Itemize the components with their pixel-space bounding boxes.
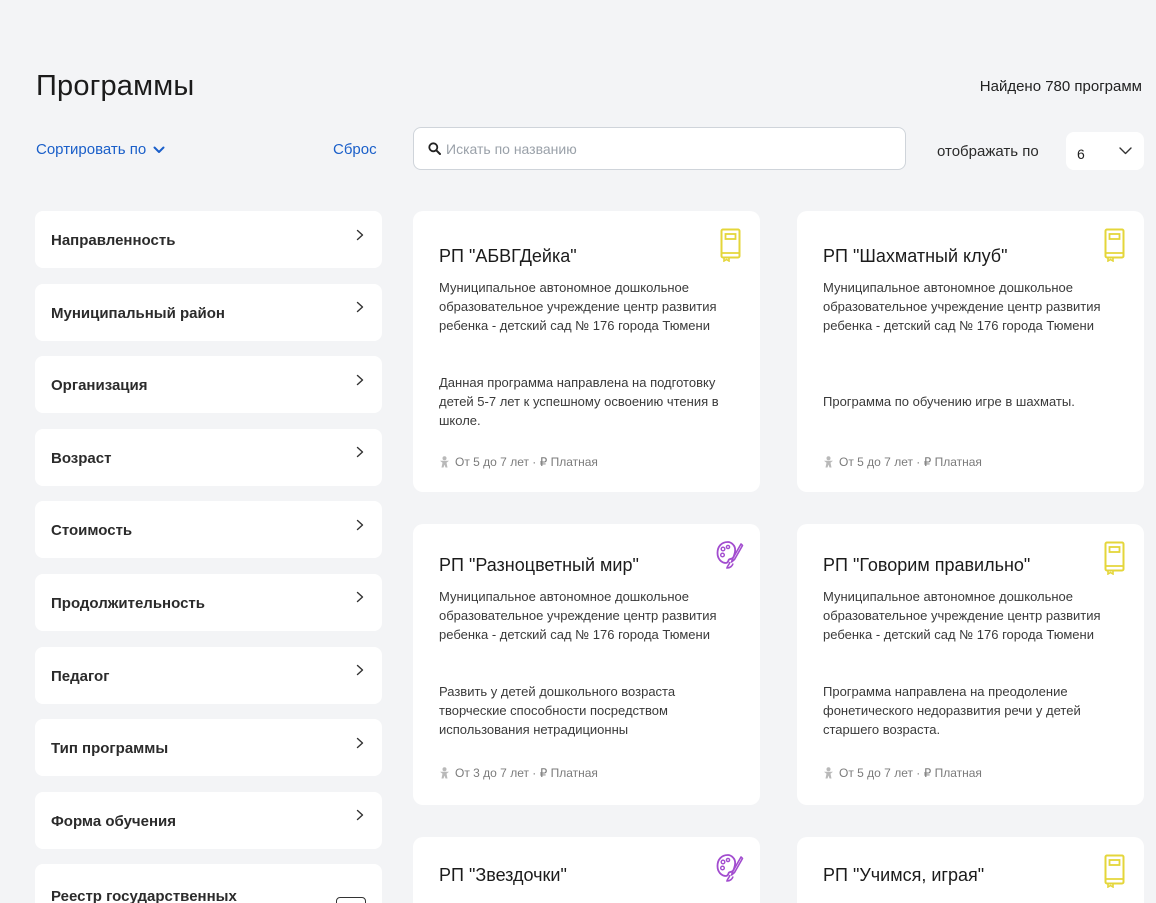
- program-title: РП "Звездочки": [439, 865, 567, 885]
- chevron-right-icon: [356, 301, 364, 313]
- perpage-value: 6: [1077, 146, 1085, 162]
- child-icon: [824, 767, 833, 779]
- program-meta-text: От 5 до 7 лет · ₽ Платная: [455, 455, 598, 469]
- palette-icon: [716, 541, 744, 569]
- palette-icon: [716, 854, 744, 882]
- program-description: Данная программа направлена на подготовк…: [439, 375, 719, 428]
- program-meta: От 5 до 7 лет · ₽ Платная: [823, 455, 982, 469]
- program-title: РП "Учимся, играя": [823, 865, 985, 885]
- chevron-right-icon: [356, 592, 364, 603]
- program-description: Развить у детей дошкольного возраста тво…: [439, 684, 676, 737]
- program-organization: Муниципальное автономное дошкольное обра…: [439, 589, 717, 642]
- filter-cost[interactable]: Стоимость: [35, 501, 382, 559]
- program-meta: От 5 до 7 лет · ₽ Платная: [439, 455, 598, 469]
- chevron-right-icon: [356, 664, 364, 676]
- child-icon: [824, 456, 833, 468]
- chevron-right-icon: [356, 374, 364, 385]
- program-title: РП "Шахматный клуб": [823, 246, 1008, 266]
- search-input[interactable]: [446, 140, 886, 157]
- program-title: РП "Говорим правильно": [823, 555, 1031, 575]
- program-meta: От 3 до 7 лет · ₽ Платная: [439, 766, 598, 780]
- filter-label: Муниципальный район: [51, 304, 225, 322]
- book-icon: [720, 228, 741, 262]
- program-organization: Муниципальное автономное дошкольное обра…: [823, 280, 1101, 333]
- filter-panel: Направленность Муниципальный район Орган…: [35, 211, 382, 903]
- program-title: РП "АБВГДейка": [439, 246, 577, 266]
- program-meta-text: От 5 до 7 лет · ₽ Платная: [839, 455, 982, 469]
- filter-duration[interactable]: Продолжительность: [35, 573, 382, 631]
- program-meta-text: От 5 до 7 лет · ₽ Платная: [839, 766, 982, 780]
- chevron-right-icon: [356, 519, 364, 531]
- perpage-label: отображать по: [937, 143, 1039, 160]
- filter-teacher[interactable]: Педагог: [35, 646, 382, 704]
- filter-label: Организация: [51, 377, 148, 395]
- program-organization: Муниципальное автономное дошкольное обра…: [439, 280, 717, 333]
- filter-learning-form[interactable]: Форма обучения: [35, 791, 382, 849]
- program-card[interactable]: РП "Учимся, играя": [797, 837, 1144, 903]
- search-icon: [428, 142, 441, 155]
- filter-label: Стоимость: [51, 522, 133, 540]
- results-count: Найдено 780 программ: [979, 78, 1142, 95]
- program-description: Программа направлена на преодоление фоне…: [823, 684, 1081, 737]
- chevron-right-icon: [356, 737, 364, 748]
- program-card[interactable]: РП "Говорим правильно" Муниципальное авт…: [797, 524, 1144, 805]
- program-card[interactable]: РП "Звездочки": [413, 837, 760, 903]
- program-organization: Муниципальное автономное дошкольное обра…: [823, 589, 1101, 642]
- search-box[interactable]: [413, 127, 906, 170]
- filter-state-registry[interactable]: Реестр государственных: [35, 864, 382, 903]
- perpage-select[interactable]: 6: [1066, 132, 1144, 170]
- reset-button[interactable]: Сброс: [333, 141, 377, 158]
- program-card[interactable]: РП "Разноцветный мир" Муниципальное авто…: [413, 524, 760, 805]
- child-icon: [440, 456, 449, 468]
- book-icon: [1104, 541, 1125, 575]
- book-icon: [1104, 228, 1125, 262]
- filter-label: Возраст: [51, 449, 112, 467]
- filter-label: Направленность: [51, 232, 176, 249]
- filter-label: Реестр государственных: [51, 888, 237, 903]
- chevron-right-icon: [356, 229, 364, 240]
- program-card[interactable]: РП "АБВГДейка" Муниципальное автономное …: [413, 211, 760, 492]
- program-title: РП "Разноцветный мир": [439, 555, 639, 575]
- child-icon: [440, 767, 449, 779]
- chevron-right-icon: [356, 810, 364, 821]
- filter-direction[interactable]: Направленность: [35, 211, 382, 268]
- filter-label: Продолжительность: [51, 594, 205, 612]
- chevron-right-icon: [356, 447, 364, 458]
- program-card[interactable]: РП "Шахматный клуб" Муниципальное автоно…: [797, 211, 1144, 492]
- filter-program-type[interactable]: Тип программы: [35, 719, 382, 777]
- sort-label: Сортировать по: [36, 141, 147, 158]
- filter-age[interactable]: Возраст: [35, 428, 382, 486]
- registry-checkbox[interactable]: [336, 897, 366, 903]
- chevron-down-icon: [1119, 147, 1132, 155]
- program-meta-text: От 3 до 7 лет · ₽ Платная: [455, 766, 598, 780]
- book-icon: [1104, 854, 1125, 888]
- page-title: Программы: [36, 70, 195, 102]
- filter-label: Форма обучения: [51, 812, 176, 830]
- sort-dropdown[interactable]: Сортировать по: [36, 141, 165, 158]
- program-meta: От 5 до 7 лет · ₽ Платная: [823, 766, 982, 780]
- chevron-down-icon: [153, 146, 165, 153]
- filter-organization[interactable]: Организация: [35, 356, 382, 414]
- filter-district[interactable]: Муниципальный район: [35, 283, 382, 341]
- filter-label: Педагог: [51, 667, 110, 685]
- filter-label: Тип программы: [51, 740, 169, 758]
- program-description: Программа по обучению игре в шахматы.: [823, 394, 1075, 409]
